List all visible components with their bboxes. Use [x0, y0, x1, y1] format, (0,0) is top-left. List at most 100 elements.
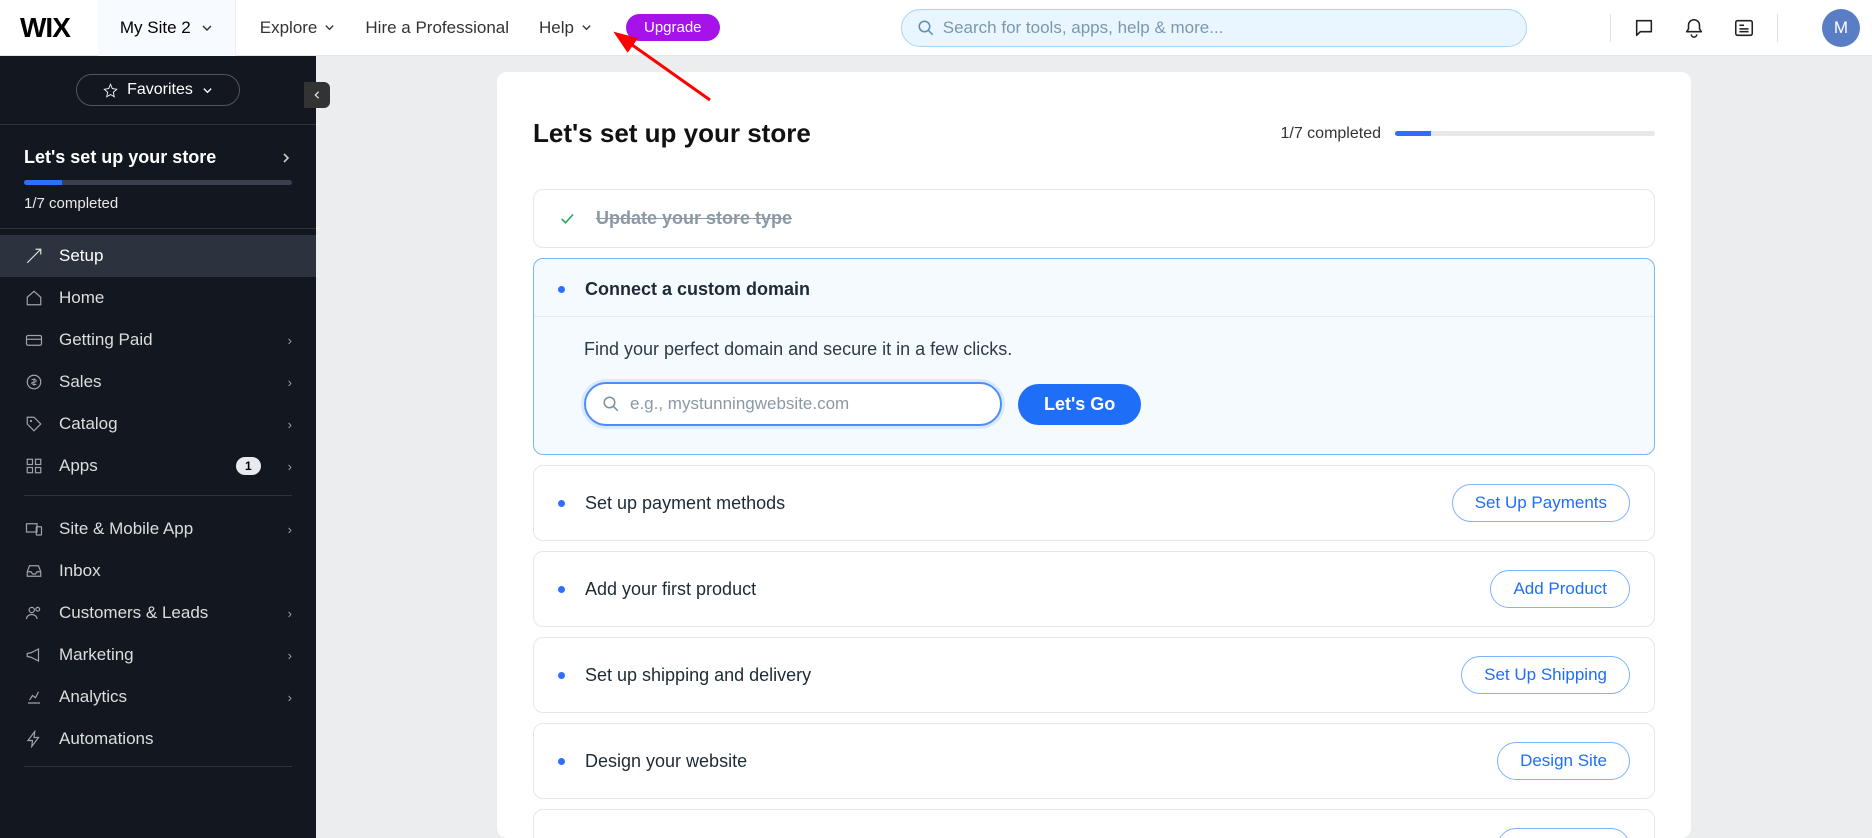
step-connect-domain: Connect a custom domain Find your perfec… — [533, 258, 1655, 455]
sidebar-item-analytics[interactable]: Analytics › — [0, 676, 316, 718]
setup-icon — [24, 246, 44, 266]
sidebar-item-catalog[interactable]: Catalog › — [0, 403, 316, 445]
step-google[interactable]: Get found by customers on Google Get Sta… — [533, 809, 1655, 838]
progress-row: 1/7 completed — [1280, 125, 1655, 143]
sidebar-menu: Setup Home Getting Paid › Sales › Catalo… — [0, 235, 316, 487]
sidebar-item-label: Inbox — [59, 561, 101, 581]
sidebar-item-label: Sales — [59, 372, 102, 392]
step-payment-methods[interactable]: Set up payment methods Set Up Payments — [533, 465, 1655, 541]
step-design-website[interactable]: Design your website Design Site — [533, 723, 1655, 799]
sidebar-item-site-mobile[interactable]: Site & Mobile App › — [0, 508, 316, 550]
domain-input[interactable] — [630, 394, 984, 414]
page-title: Let's set up your store — [533, 118, 811, 149]
megaphone-icon — [24, 645, 44, 665]
step-title: Connect a custom domain — [585, 279, 1630, 300]
step-description: Find your perfect domain and secure it i… — [584, 339, 1604, 360]
step-title: Set up payment methods — [585, 493, 1432, 514]
nav-hire[interactable]: Hire a Professional — [365, 18, 509, 38]
nav-explore[interactable]: Explore — [260, 18, 336, 38]
sidebar-item-inbox[interactable]: Inbox — [0, 550, 316, 592]
chevron-right-icon: › — [288, 648, 292, 663]
sidebar-item-marketing[interactable]: Marketing › — [0, 634, 316, 676]
design-site-button[interactable]: Design Site — [1497, 742, 1630, 780]
devices-icon — [24, 519, 44, 539]
sidebar-setup-section[interactable]: Let's set up your store 1/7 completed — [0, 125, 316, 212]
favorites-button[interactable]: Favorites — [76, 74, 240, 106]
top-bar: WIX My Site 2 Explore Hire a Professiona… — [0, 0, 1872, 56]
sidebar-item-customers[interactable]: Customers & Leads › — [0, 592, 316, 634]
card-icon — [24, 330, 44, 350]
chevron-right-icon: › — [288, 417, 292, 432]
divider — [1610, 14, 1611, 42]
sidebar-item-label: Getting Paid — [59, 330, 153, 350]
domain-search[interactable] — [584, 382, 1002, 426]
divider — [1777, 14, 1778, 42]
collapse-sidebar-button[interactable] — [304, 82, 330, 108]
set-up-payments-button[interactable]: Set Up Payments — [1452, 484, 1630, 522]
chevron-right-icon: › — [288, 459, 292, 474]
site-switcher[interactable]: My Site 2 — [98, 0, 236, 56]
grid-icon — [24, 456, 44, 476]
sidebar-item-apps[interactable]: Apps 1 › — [0, 445, 316, 487]
nav-hire-label: Hire a Professional — [365, 18, 509, 38]
chevron-down-icon — [201, 22, 213, 34]
global-search[interactable] — [901, 9, 1527, 47]
bolt-icon — [24, 729, 44, 749]
bullet-icon — [558, 286, 565, 293]
tag-icon — [24, 414, 44, 434]
progress-bar — [1395, 131, 1655, 136]
sidebar-item-label: Home — [59, 288, 104, 308]
progress-label: 1/7 completed — [1280, 125, 1381, 143]
bell-icon[interactable] — [1683, 17, 1705, 39]
wix-logo[interactable]: WIX — [20, 12, 70, 44]
sidebar: Favorites Let's set up your store 1/7 co… — [0, 56, 316, 838]
chevron-left-icon — [312, 90, 322, 100]
avatar-initial: M — [1834, 18, 1848, 38]
sidebar-completed-text: 1/7 completed — [24, 195, 292, 212]
sidebar-item-label: Setup — [59, 246, 103, 266]
sidebar-item-label: Analytics — [59, 687, 127, 707]
step-title: Set up shipping and delivery — [585, 665, 1441, 686]
step-update-store-type[interactable]: Update your store type — [533, 189, 1655, 248]
search-icon — [917, 19, 935, 37]
setup-card: Let's set up your store 1/7 completed Up… — [497, 72, 1691, 838]
sidebar-item-automations[interactable]: Automations — [0, 718, 316, 760]
set-up-shipping-button[interactable]: Set Up Shipping — [1461, 656, 1630, 694]
bullet-icon — [558, 500, 565, 507]
check-icon — [558, 210, 576, 228]
news-icon[interactable] — [1733, 17, 1755, 39]
avatar[interactable]: M — [1822, 9, 1860, 47]
bullet-icon — [558, 672, 565, 679]
site-name: My Site 2 — [120, 18, 191, 38]
bullet-icon — [558, 586, 565, 593]
sidebar-progress — [24, 180, 292, 185]
sidebar-item-label: Apps — [59, 456, 98, 476]
step-add-product[interactable]: Add your first product Add Product — [533, 551, 1655, 627]
get-started-button[interactable]: Get Started — [1497, 828, 1630, 838]
sidebar-item-getting-paid[interactable]: Getting Paid › — [0, 319, 316, 361]
bullet-icon — [558, 758, 565, 765]
add-product-button[interactable]: Add Product — [1490, 570, 1630, 608]
chevron-down-icon — [202, 85, 213, 96]
favorites-label: Favorites — [127, 81, 193, 99]
sidebar-item-label: Catalog — [59, 414, 118, 434]
chevron-right-icon — [280, 152, 292, 164]
step-shipping[interactable]: Set up shipping and delivery Set Up Ship… — [533, 637, 1655, 713]
sidebar-item-label: Customers & Leads — [59, 603, 208, 623]
lets-go-button[interactable]: Let's Go — [1018, 384, 1141, 425]
sidebar-item-label: Site & Mobile App — [59, 519, 193, 539]
nav-help[interactable]: Help — [539, 18, 592, 38]
sidebar-setup-title: Let's set up your store — [24, 147, 216, 168]
sidebar-item-sales[interactable]: Sales › — [0, 361, 316, 403]
global-search-input[interactable] — [943, 18, 1511, 38]
search-icon — [602, 395, 620, 413]
chat-icon[interactable] — [1633, 17, 1655, 39]
sidebar-item-home[interactable]: Home — [0, 277, 316, 319]
upgrade-button[interactable]: Upgrade — [626, 14, 720, 41]
chevron-right-icon: › — [288, 606, 292, 621]
top-icons — [1633, 17, 1755, 39]
sidebar-item-label: Marketing — [59, 645, 134, 665]
sidebar-item-setup[interactable]: Setup — [0, 235, 316, 277]
chevron-down-icon — [324, 22, 335, 33]
sidebar-item-label: Automations — [59, 729, 154, 749]
